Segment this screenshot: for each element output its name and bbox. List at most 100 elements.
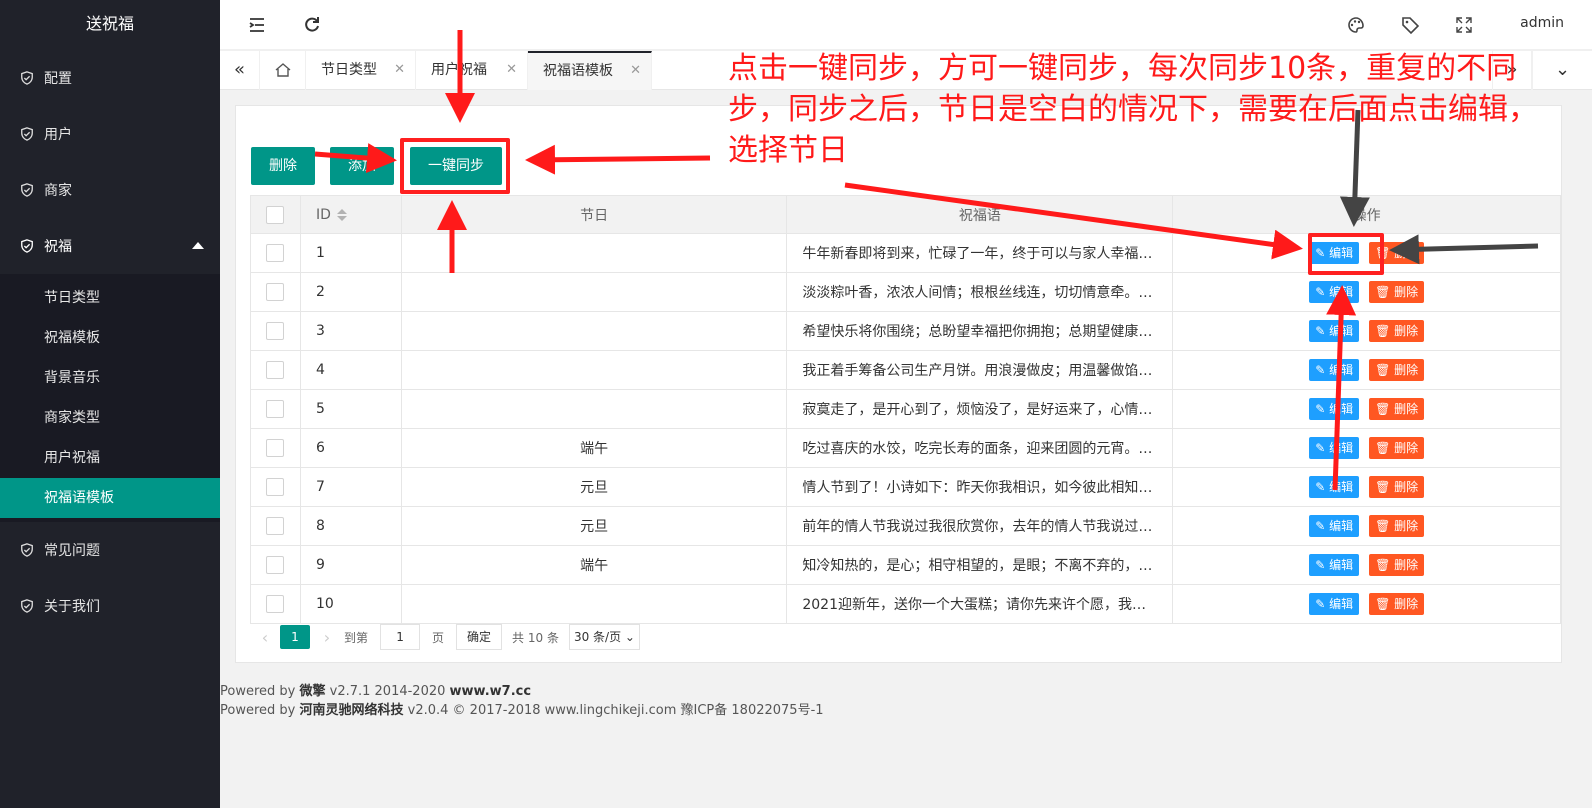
sidebar-item-users[interactable]: 用户 xyxy=(0,106,220,162)
page-size-select[interactable]: 30 条/页 ⌄ xyxy=(568,624,640,650)
sidebar-subnav: 节日类型 祝福模板 背景音乐 商家类型 用户祝福 祝福语模板 xyxy=(0,274,220,522)
sidebar-subitem-user-blessings[interactable]: 用户祝福 xyxy=(0,438,220,478)
tab-festival-types[interactable]: 节日类型 ✕ xyxy=(306,51,416,90)
footer-prefix: Powered by xyxy=(220,684,300,699)
row-checkbox[interactable] xyxy=(266,283,285,301)
row-checkbox[interactable] xyxy=(266,517,285,535)
actions-header: 操作 xyxy=(1172,195,1561,234)
sidebar-item-about[interactable]: 关于我们 xyxy=(0,578,220,634)
table-header-row: ID 节日 祝福语 操作 xyxy=(250,195,1561,234)
footer-prefix: Powered by xyxy=(220,703,300,718)
delete-label: 删除 xyxy=(1394,363,1419,377)
select-all-checkbox[interactable] xyxy=(266,205,285,224)
row-select-cell xyxy=(250,311,301,351)
id-header-label: ID xyxy=(315,206,331,223)
sort-icon[interactable] xyxy=(336,208,347,221)
row-delete-button[interactable]: 🗑 删除 xyxy=(1369,320,1425,342)
goto-label: 到第 xyxy=(344,630,369,645)
sidebar-item-faq[interactable]: 常见问题 xyxy=(0,522,220,578)
delete-button[interactable]: 删除 xyxy=(251,147,315,185)
id-cell: 4 xyxy=(299,350,402,390)
row-checkbox[interactable] xyxy=(266,244,285,262)
greeting-cell: 吃过喜庆的水饺，吃完长寿的面条，迎来团圆的元宵。… xyxy=(786,428,1174,468)
row-delete-button[interactable]: 🗑 删除 xyxy=(1369,554,1425,576)
fullscreen-icon[interactable] xyxy=(1454,15,1474,35)
close-icon[interactable]: ✕ xyxy=(506,51,517,89)
trash-icon: 🗑 xyxy=(1375,285,1391,299)
edit-button[interactable]: ✎ 编辑 xyxy=(1309,515,1360,537)
row-checkbox[interactable] xyxy=(266,478,285,496)
row-delete-button[interactable]: 🗑 删除 xyxy=(1369,281,1425,303)
row-delete-button[interactable]: 🗑 删除 xyxy=(1369,515,1425,537)
sidebar-subitem-festival-types[interactable]: 节日类型 xyxy=(0,278,220,318)
palette-icon[interactable] xyxy=(1346,15,1366,35)
refresh-icon[interactable] xyxy=(302,15,322,35)
page-input[interactable]: 1 xyxy=(380,624,421,650)
sidebar-item-blessings[interactable]: 祝福 xyxy=(0,218,220,274)
edit-button[interactable]: ✎ 编辑 xyxy=(1309,554,1360,576)
delete-label: 删除 xyxy=(1394,558,1419,572)
next-page-icon[interactable]: › xyxy=(310,628,344,647)
edit-button[interactable]: ✎ 编辑 xyxy=(1309,437,1360,459)
row-delete-button[interactable]: 🗑 删除 xyxy=(1369,476,1425,498)
tab-greeting-templates[interactable]: 祝福语模板 ✕ xyxy=(528,51,652,90)
tabs-prev-icon[interactable]: « xyxy=(220,51,260,90)
row-delete-button[interactable]: 🗑 删除 xyxy=(1369,398,1425,420)
confirm-page-button[interactable]: 确定 xyxy=(456,624,503,650)
edit-icon: ✎ xyxy=(1315,480,1326,494)
select-all-cell xyxy=(250,195,301,234)
table-row: 4 我正着手筹备公司生产月饼。用浪漫做皮；用温馨做馅… ✎ 编辑 🗑 删除 xyxy=(250,350,1561,390)
edit-label: 编辑 xyxy=(1329,402,1354,416)
id-cell: 10 xyxy=(299,584,402,624)
edit-button[interactable]: ✎ 编辑 xyxy=(1309,593,1360,615)
row-checkbox[interactable] xyxy=(266,400,285,418)
id-header[interactable]: ID xyxy=(299,195,402,234)
footer-line-2: Powered by 河南灵驰网络科技 v2.0.4 © 2017-2018 w… xyxy=(220,701,824,720)
edit-button[interactable]: ✎ 编辑 xyxy=(1309,320,1360,342)
delete-label: 删除 xyxy=(1394,402,1419,416)
row-checkbox[interactable] xyxy=(266,556,285,574)
row-checkbox[interactable] xyxy=(266,322,285,340)
row-checkbox[interactable] xyxy=(266,439,285,457)
pagination: ‹ 1 › 到第 1 页 确定 共 10 条 30 条/页 ⌄ xyxy=(250,622,640,652)
edit-label: 编辑 xyxy=(1329,324,1354,338)
row-delete-button[interactable]: 🗑 删除 xyxy=(1369,437,1425,459)
greeting-header: 祝福语 xyxy=(786,195,1174,234)
edit-button[interactable]: ✎ 编辑 xyxy=(1309,281,1360,303)
actions-cell: ✎ 编辑 🗑 删除 xyxy=(1172,389,1561,429)
edit-button[interactable]: ✎ 编辑 xyxy=(1309,359,1360,381)
row-delete-button[interactable]: 🗑 删除 xyxy=(1369,593,1425,615)
prev-page-icon[interactable]: ‹ xyxy=(250,628,280,647)
close-icon[interactable]: ✕ xyxy=(630,53,641,89)
home-icon[interactable] xyxy=(260,51,306,90)
tab-user-blessings[interactable]: 用户祝福 ✕ xyxy=(416,51,528,90)
add-button[interactable]: 添加 xyxy=(330,147,394,185)
row-select-cell xyxy=(250,545,301,585)
sidebar-subitem-background-music[interactable]: 背景音乐 xyxy=(0,358,220,398)
tag-icon[interactable] xyxy=(1400,15,1420,35)
greeting-text: 吃过喜庆的水饺，吃完长寿的面条，迎来团圆的元宵。… xyxy=(802,441,1153,457)
menu-fold-icon[interactable] xyxy=(247,15,267,35)
table-body: 1 牛年新春即将到来，忙碌了一年，终于可以与家人幸福… ✎ 编辑 🗑 删除 2 淡淡粽叶香… xyxy=(250,233,1561,624)
footer-site-link[interactable]: www.w7.cc xyxy=(450,684,532,699)
edit-button[interactable]: ✎ 编辑 xyxy=(1309,476,1360,498)
edit-label: 编辑 xyxy=(1329,480,1354,494)
row-delete-button[interactable]: 🗑 删除 xyxy=(1369,359,1425,381)
sidebar-item-merchants[interactable]: 商家 xyxy=(0,162,220,218)
row-checkbox[interactable] xyxy=(266,595,285,613)
user-menu[interactable]: admin xyxy=(1520,15,1564,31)
current-page[interactable]: 1 xyxy=(280,625,310,649)
close-icon[interactable]: ✕ xyxy=(394,51,405,89)
actions-cell: ✎ 编辑 🗑 删除 xyxy=(1172,272,1561,312)
tab-label: 用户祝福 xyxy=(431,62,487,78)
sidebar-item-config[interactable]: 配置 xyxy=(0,50,220,106)
sidebar-subitem-merchant-types[interactable]: 商家类型 xyxy=(0,398,220,438)
sidebar-subitem-greeting-templates[interactable]: 祝福语模板 xyxy=(0,478,220,518)
table-row: 2 淡淡粽叶香，浓浓人间情；根根丝线连，切切情意牵。… ✎ 编辑 🗑 删除 xyxy=(250,272,1561,312)
actions-cell: ✎ 编辑 🗑 删除 xyxy=(1172,584,1561,624)
row-checkbox[interactable] xyxy=(266,361,285,379)
greeting-text: 牛年新春即将到来，忙碌了一年，终于可以与家人幸福… xyxy=(802,246,1153,262)
edit-button[interactable]: ✎ 编辑 xyxy=(1309,398,1360,420)
table-row: 6 端午 吃过喜庆的水饺，吃完长寿的面条，迎来团圆的元宵。… ✎ 编辑 🗑 删除 xyxy=(250,428,1561,468)
sidebar-subitem-blessing-templates[interactable]: 祝福模板 xyxy=(0,318,220,358)
